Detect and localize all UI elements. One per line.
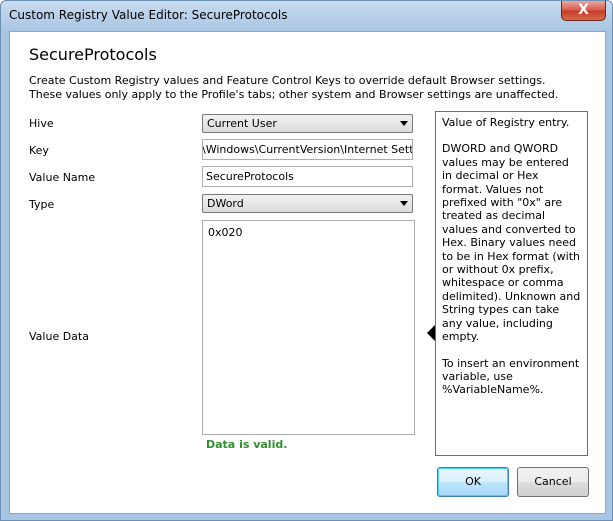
key-input[interactable]: \Windows\CurrentVersion\Internet Setting… [202, 139, 413, 160]
description-line-1: Create Custom Registry values and Featur… [29, 74, 546, 87]
chevron-down-icon [400, 121, 408, 126]
help-text-2: DWORD and QWORD values may be entered in… [442, 142, 581, 344]
type-select[interactable]: DWord [202, 194, 413, 213]
title-bar[interactable]: Custom Registry Value Editor: SecureProt… [1, 1, 612, 31]
pointer-arrow-icon [427, 325, 435, 341]
value-name-label: Value Name [29, 171, 96, 184]
description: Create Custom Registry values and Featur… [29, 74, 558, 102]
value-name-input[interactable]: SecureProtocols [202, 166, 413, 187]
hive-value: Current User [207, 117, 277, 130]
type-label: Type [29, 198, 55, 211]
close-button[interactable]: X [561, 1, 606, 21]
description-line-2: These values only apply to the Profile's… [29, 88, 559, 101]
help-text-1: Value of Registry entry. [442, 116, 570, 129]
value-data-text: 0x020 [208, 226, 243, 239]
chevron-down-icon [400, 201, 408, 206]
value-name-value: SecureProtocols [206, 170, 294, 183]
help-text-3: To insert an environment variable, use %… [442, 356, 580, 397]
help-panel: Value of Registry entry. DWORD and QWORD… [435, 111, 588, 456]
dialog-content: SecureProtocols Create Custom Registry v… [9, 31, 606, 514]
page-title: SecureProtocols [29, 45, 157, 64]
type-value: DWord [207, 197, 244, 210]
dialog-window: Custom Registry Value Editor: SecureProt… [0, 0, 613, 521]
value-data-textarea[interactable]: 0x020 [202, 220, 415, 435]
validation-message: Data is valid. [206, 438, 288, 451]
key-label: Key [29, 144, 49, 157]
key-value: \Windows\CurrentVersion\Internet Setting… [202, 143, 413, 156]
value-data-label: Value Data [29, 330, 89, 343]
window-title: Custom Registry Value Editor: SecureProt… [9, 8, 288, 22]
hive-select[interactable]: Current User [202, 114, 413, 133]
hive-label: Hive [29, 117, 54, 130]
ok-button[interactable]: OK [437, 467, 509, 497]
cancel-button[interactable]: Cancel [517, 467, 589, 497]
